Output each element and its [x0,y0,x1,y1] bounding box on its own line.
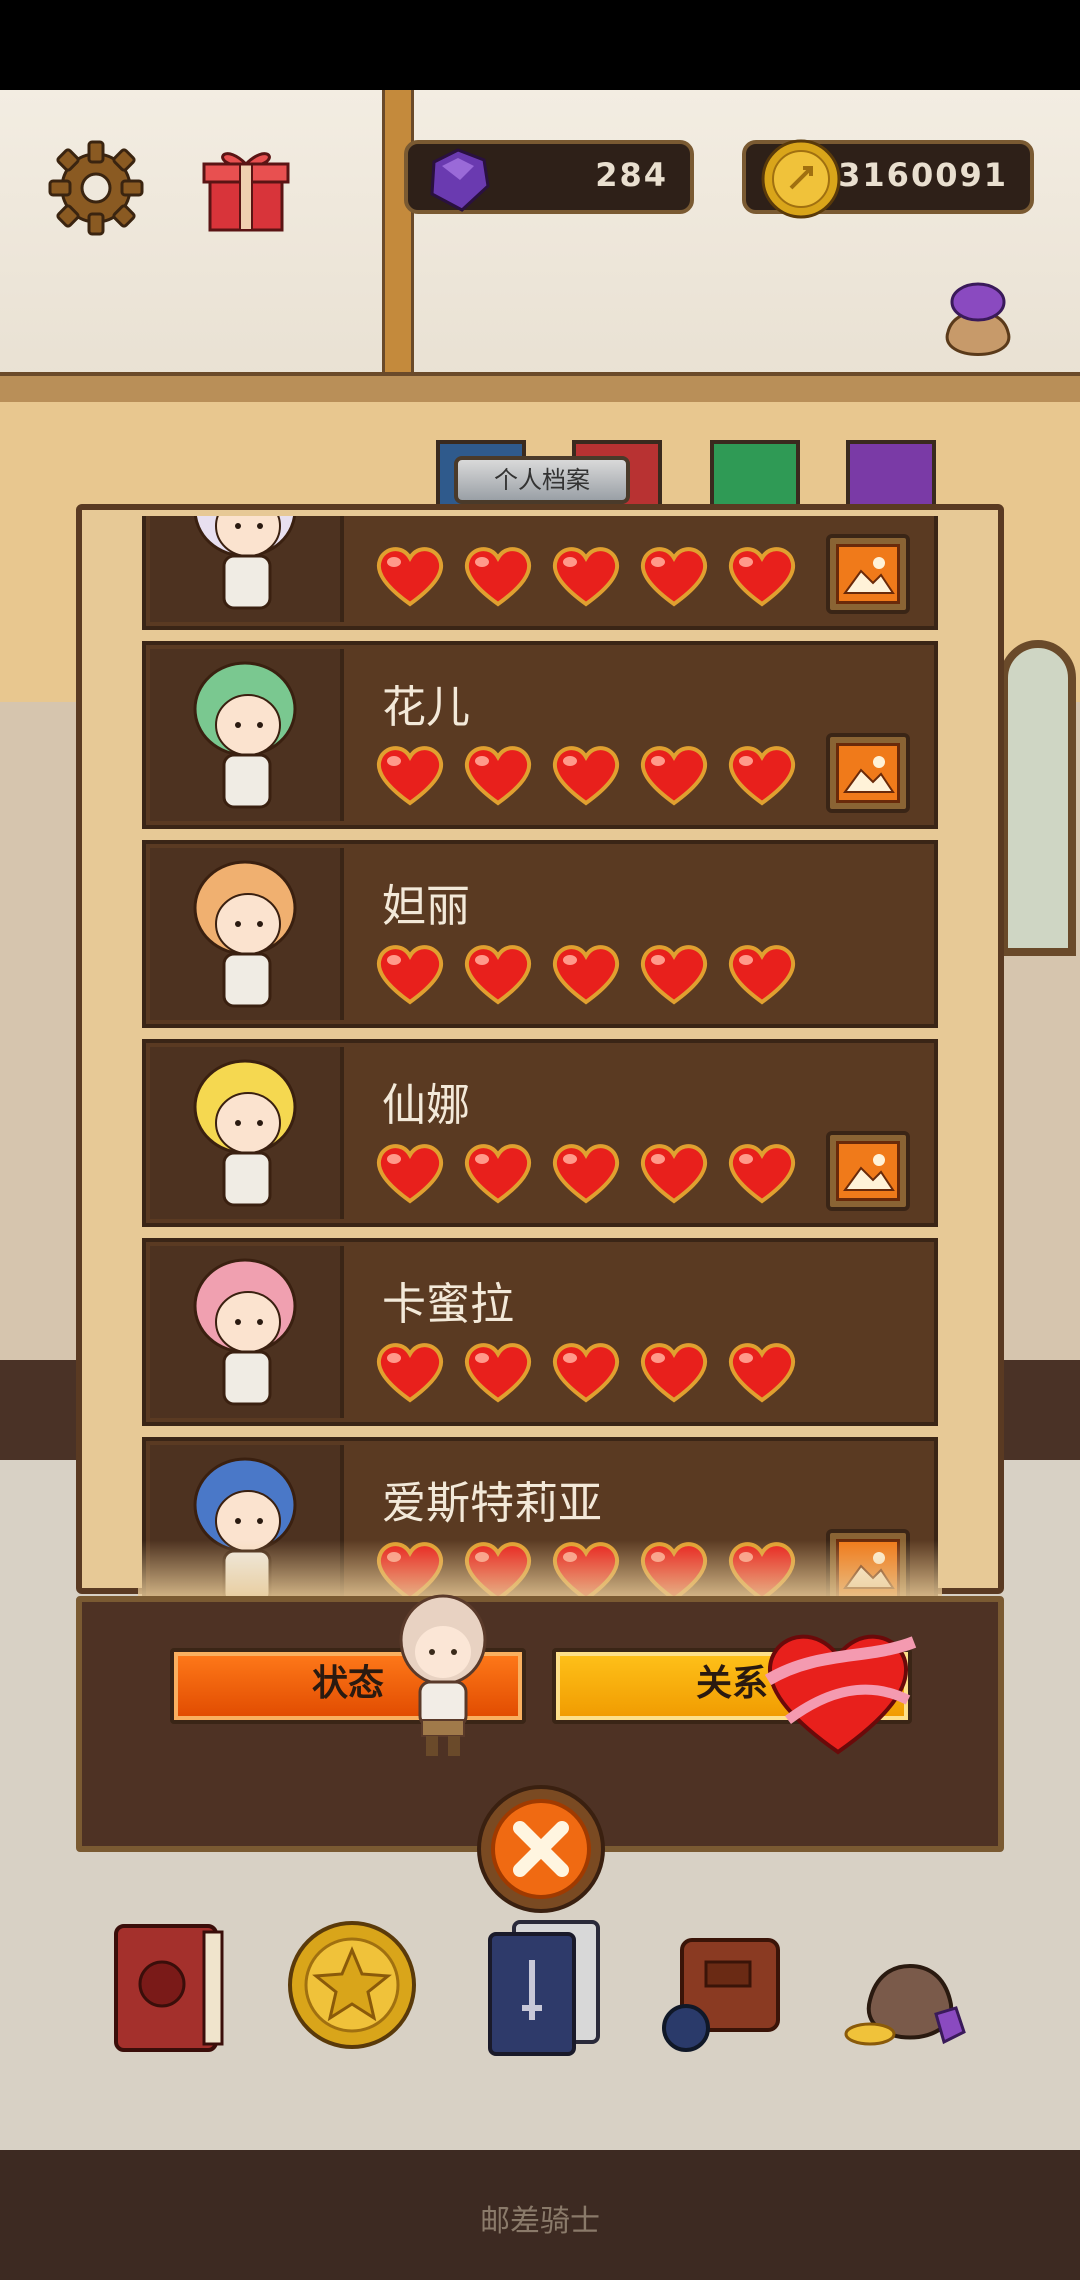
card-deck-icon[interactable] [474,1910,614,2060]
heart-icon [376,945,444,1005]
player-chibi-icon [399,1594,487,1756]
heart-icon [376,547,444,607]
character-row[interactable]: 仙娜 [142,1039,938,1227]
character-row[interactable]: 花儿 [142,641,938,829]
heart-icon [376,746,444,806]
watermark: 邮差骑士 [480,2204,600,2239]
list-fade [138,1540,942,1600]
heart-icon [552,945,620,1005]
gem-count: 284 [595,156,668,194]
character-name: 爱斯特莉亚 [382,1478,602,1529]
character-portrait-icon [193,860,297,1008]
heart-icon [552,746,620,806]
heart-icon [640,1144,708,1204]
close-icon[interactable] [474,1782,608,1916]
character-portrait-icon [193,1258,297,1406]
character-name: 妲丽 [382,881,470,932]
character-portrait [150,516,344,622]
heart-icon [464,945,532,1005]
gear-icon[interactable] [46,138,146,238]
heart-icon [552,547,620,607]
upper-wall [0,90,1080,380]
character-portrait [150,848,344,1020]
character-row[interactable]: 卡蜜拉 [142,1238,938,1426]
image-icon [836,544,900,604]
heart-icon [552,1144,620,1204]
status-bar [0,0,1080,90]
heart-icon [552,1343,620,1403]
backpack-icon[interactable] [656,1910,796,2060]
character-row[interactable]: 妲丽 [142,840,938,1028]
character-name: 卡蜜拉 [382,1279,514,1330]
character-portrait-icon [193,661,297,809]
character-name: 花儿 [382,682,470,733]
image-icon [836,743,900,803]
character-portrait-icon [193,1059,297,1207]
heart-icon [464,746,532,806]
heart-icon [376,1343,444,1403]
heart-icon [728,1144,796,1204]
heart-icon [728,1343,796,1403]
heart-icon [640,945,708,1005]
wooden-pole [382,90,414,380]
heart-icon [640,547,708,607]
album-button[interactable] [826,534,910,614]
gift-icon[interactable] [196,138,296,238]
character-portrait [150,1047,344,1219]
heart-ribbon-icon [764,1634,917,1755]
image-icon [836,1141,900,1201]
album-button[interactable] [826,1131,910,1211]
heart-icon [640,1343,708,1403]
character-row[interactable] [142,516,938,630]
heart-icon [464,1144,532,1204]
profile-tab-label: 个人档案 [454,456,630,504]
treasure-sack-icon[interactable] [840,1910,980,2060]
book-icon[interactable] [100,1910,240,2060]
heart-icon [376,1144,444,1204]
character-portrait [150,649,344,821]
gold-coin-icon [761,139,841,219]
heart-icon [464,1343,532,1403]
gem-icon [430,148,490,212]
shelf-beam [0,372,1080,406]
character-portrait [150,1246,344,1418]
heart-icon [464,547,532,607]
heart-icon [640,746,708,806]
gem-pouch-icon[interactable] [928,272,1028,372]
arched-window [1000,640,1076,956]
star-coin-icon[interactable] [282,1910,422,2060]
coin-count: 3160091 [838,156,1008,194]
album-button[interactable] [826,733,910,813]
character-portrait-icon [193,516,297,610]
heart-icon [728,547,796,607]
character-list[interactable]: 花儿妲丽仙娜卡蜜拉爱斯特莉亚 [138,516,942,1596]
character-name: 仙娜 [382,1080,470,1131]
heart-icon [728,945,796,1005]
heart-icon [728,746,796,806]
